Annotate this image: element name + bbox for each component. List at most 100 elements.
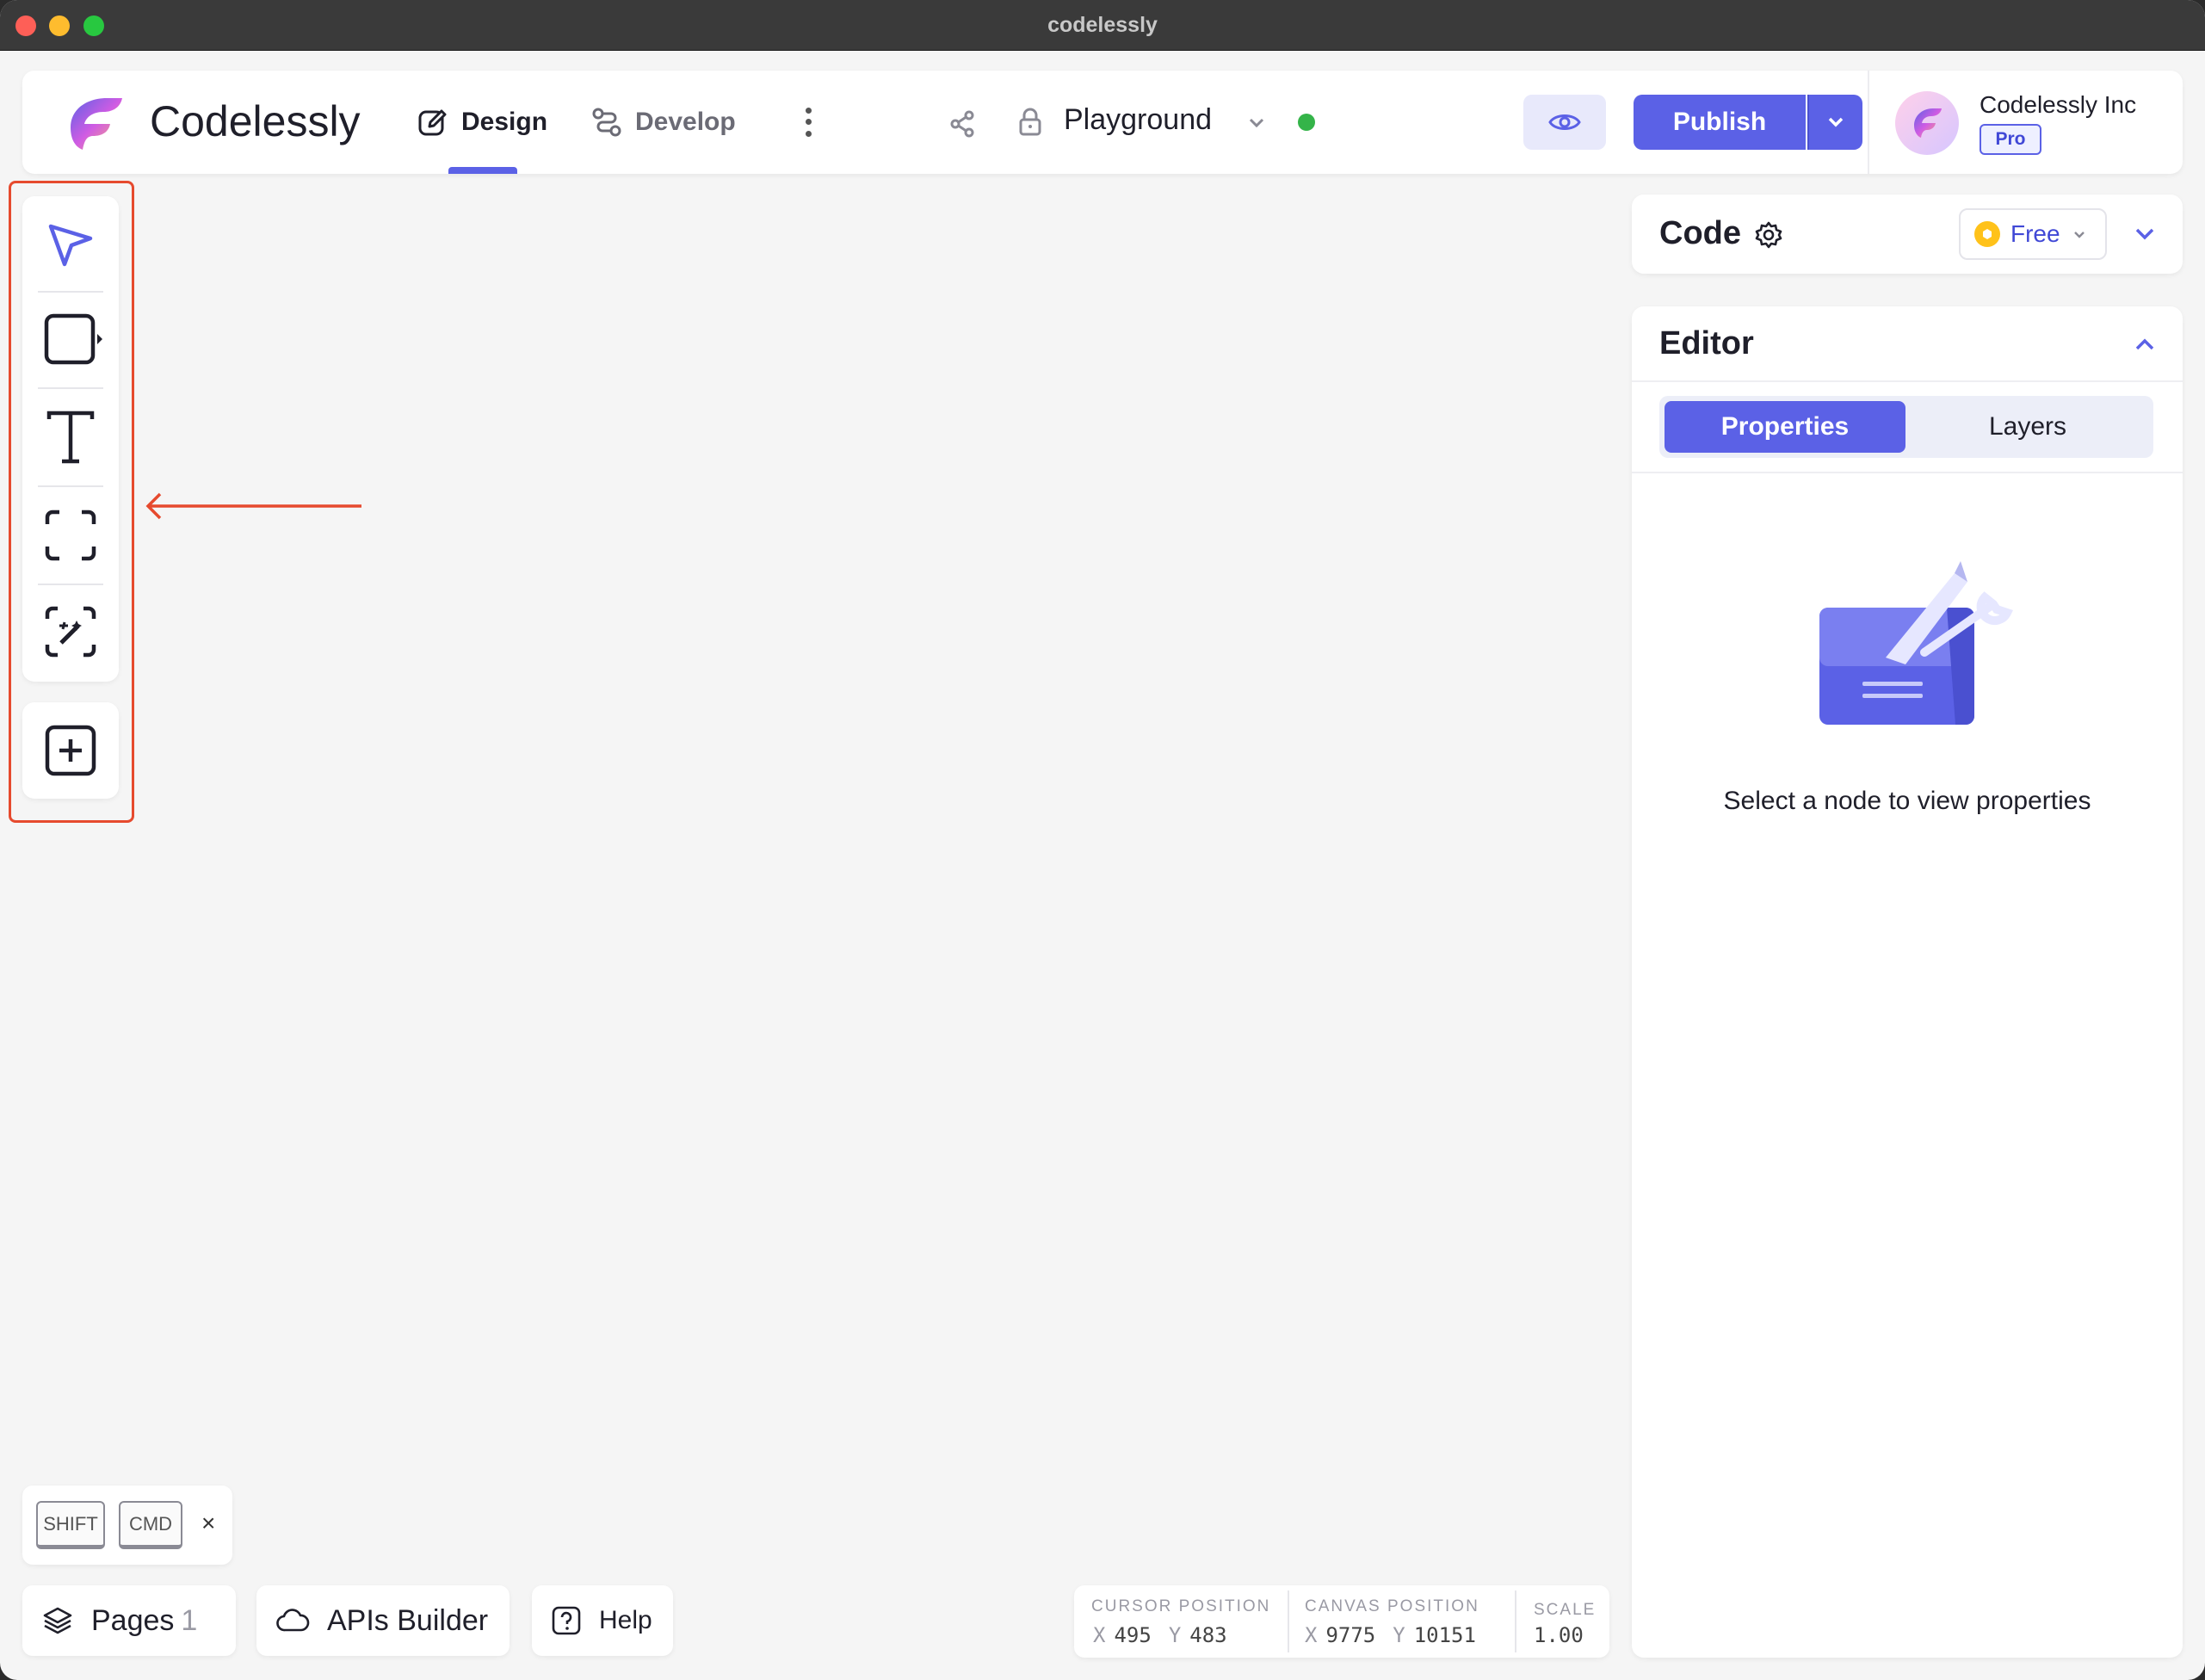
- flow-icon: [592, 108, 621, 137]
- chevron-down-icon[interactable]: [2129, 219, 2160, 250]
- publish-options-button[interactable]: [1807, 95, 1862, 150]
- scale-label: SCALE: [1534, 1601, 1597, 1619]
- canvas-position-label: CANVAS POSITION: [1305, 1597, 1479, 1615]
- panel-divider: [1632, 380, 2183, 382]
- magic-select-tool[interactable]: [36, 597, 105, 666]
- window-title: codelessly: [1047, 12, 1158, 37]
- frame-tool[interactable]: [36, 501, 105, 570]
- rectangle-icon: [44, 313, 102, 365]
- cloud-icon: [276, 1609, 310, 1632]
- code-panel: Code Free: [1632, 195, 2183, 274]
- editor-tabs: Properties Layers: [1659, 396, 2153, 458]
- cmd-key: CMD: [119, 1501, 182, 1549]
- header-divider: [1868, 71, 1869, 174]
- top-header: Codelessly Design Develop Playground Pub…: [22, 71, 2183, 174]
- cursor-position-value: X 495 Y 483: [1093, 1623, 1227, 1647]
- gear-icon[interactable]: [1754, 220, 1783, 250]
- chevron-up-icon[interactable]: [2129, 329, 2160, 360]
- pages-count: 1: [181, 1603, 198, 1637]
- preview-button[interactable]: [1523, 95, 1606, 150]
- frame-corners-icon: [45, 510, 96, 561]
- x-axis-label: X: [1093, 1623, 1106, 1647]
- tool-divider: [38, 584, 103, 585]
- plan-badge: Pro: [1980, 124, 2041, 155]
- apis-builder-label: APIs Builder: [327, 1603, 489, 1637]
- maximize-window-button[interactable]: [83, 15, 104, 36]
- cursor-position-section: CURSOR POSITION X 495 Y 483: [1074, 1585, 1288, 1658]
- tab-properties[interactable]: Properties: [1665, 401, 1905, 453]
- canvas-y-value: 10151: [1413, 1623, 1476, 1647]
- avatar[interactable]: [1895, 91, 1959, 155]
- chevron-down-icon: [2073, 232, 2085, 238]
- x-axis-label: X: [1305, 1623, 1318, 1647]
- editor-panel-title: Editor: [1659, 325, 1754, 361]
- chevron-down-icon: [1828, 117, 1844, 127]
- annotation-arrow-icon: [145, 492, 361, 520]
- org-logo-icon: [1914, 108, 1942, 138]
- edit-icon: [418, 109, 447, 136]
- pointer-tool[interactable]: [36, 212, 105, 281]
- chevron-down-icon[interactable]: [1243, 108, 1270, 136]
- pressed-keys-indicator: SHIFT CMD ×: [22, 1485, 232, 1565]
- tool-divider: [38, 291, 103, 293]
- empty-state-message: Select a node to view properties: [1723, 787, 2091, 815]
- tab-develop[interactable]: Develop: [590, 100, 736, 145]
- plan-select[interactable]: Free: [1959, 208, 2107, 260]
- pages-label: Pages: [91, 1603, 175, 1637]
- tool-divider: [38, 485, 103, 487]
- minimize-window-button[interactable]: [49, 15, 70, 36]
- pages-button[interactable]: Pages 1: [22, 1585, 236, 1656]
- layers-icon: [43, 1607, 72, 1634]
- add-component-button[interactable]: [22, 702, 119, 799]
- y-axis-label: Y: [1393, 1623, 1405, 1647]
- close-window-button[interactable]: [15, 15, 36, 36]
- tab-design[interactable]: Design: [417, 100, 547, 145]
- editor-panel: Editor Properties Layers Select a node t…: [1632, 306, 2183, 1658]
- scale-value: 1.00: [1534, 1623, 1584, 1647]
- text-tool[interactable]: [36, 403, 105, 472]
- eye-icon: [1548, 114, 1581, 130]
- more-options-icon[interactable]: [795, 105, 821, 139]
- tab-develop-label: Develop: [635, 108, 736, 136]
- cursor-y-value: 483: [1189, 1623, 1227, 1647]
- canvas-status-bar: CURSOR POSITION X 495 Y 483 CANVAS POSITION…: [1074, 1585, 1609, 1658]
- app-window: codelessly Codelessly Design Develop Pla…: [0, 0, 2205, 1680]
- text-icon: [46, 411, 95, 464]
- apis-builder-button[interactable]: APIs Builder: [256, 1585, 510, 1656]
- brand-name: Codelessly: [150, 97, 361, 145]
- canvas-position-section: CANVAS POSITION X 9775 Y 10151: [1289, 1585, 1496, 1658]
- coin-icon: [1974, 221, 2000, 247]
- codelessly-logo-icon[interactable]: [62, 93, 129, 155]
- org-name: Codelessly Inc: [1980, 91, 2137, 118]
- project-name[interactable]: Playground: [1064, 103, 1212, 137]
- tools-illustration-icon: [1819, 561, 2013, 725]
- plus-square-icon: [45, 725, 96, 776]
- cursor-x-value: 495: [1114, 1623, 1152, 1647]
- title-bar: codelessly: [0, 0, 2205, 51]
- lock-icon[interactable]: [1016, 105, 1045, 139]
- help-icon: [552, 1606, 581, 1635]
- tab-layers[interactable]: Layers: [1907, 401, 2148, 453]
- shape-tool[interactable]: [36, 305, 105, 374]
- canvas-position-value: X 9775 Y 10151: [1305, 1623, 1476, 1647]
- magic-wand-icon: [45, 606, 96, 658]
- code-panel-title: Code: [1659, 215, 1741, 251]
- help-button[interactable]: Help: [532, 1585, 673, 1656]
- publish-button[interactable]: Publish: [1634, 95, 1806, 150]
- scale-section: SCALE 1.00: [1516, 1585, 1609, 1658]
- canvas-x-value: 9775: [1325, 1623, 1376, 1647]
- close-keys-button[interactable]: ×: [201, 1510, 215, 1537]
- cursor-arrow-icon: [48, 224, 93, 267]
- panel-divider: [1632, 472, 2183, 473]
- share-icon[interactable]: [945, 107, 979, 141]
- y-axis-label: Y: [1168, 1623, 1182, 1647]
- plan-select-value: Free: [2010, 220, 2060, 247]
- cursor-position-label: CURSOR POSITION: [1091, 1597, 1271, 1615]
- tool-divider: [38, 387, 103, 389]
- tab-design-label: Design: [461, 108, 548, 136]
- left-toolbar: [22, 196, 119, 682]
- active-tab-indicator: [448, 167, 517, 174]
- shift-key: SHIFT: [36, 1501, 105, 1549]
- status-online-dot: [1298, 114, 1315, 131]
- help-label: Help: [599, 1606, 652, 1634]
